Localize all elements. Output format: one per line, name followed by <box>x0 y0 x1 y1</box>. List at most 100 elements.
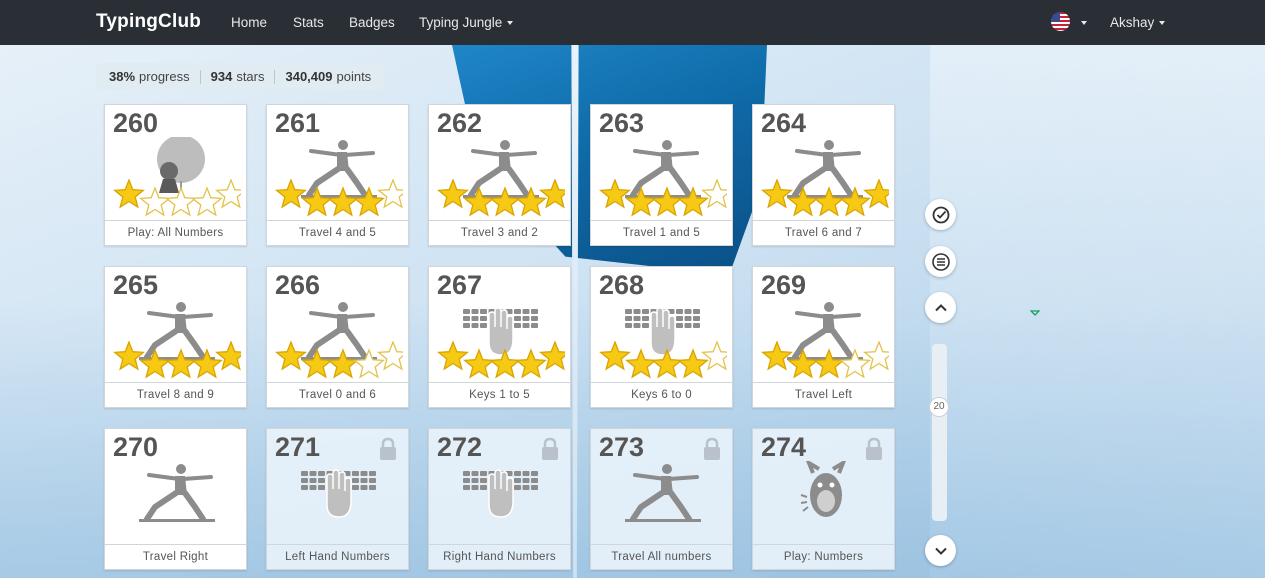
language-chevron-down-icon[interactable] <box>1081 21 1087 25</box>
lock-icon <box>864 437 884 466</box>
nav-badges[interactable]: Badges <box>349 15 395 30</box>
lesson-number: 269 <box>761 270 807 300</box>
star-filled-icon <box>515 348 547 379</box>
lesson-label: Keys 1 to 5 <box>429 382 570 407</box>
stars-count: 934 <box>210 69 233 84</box>
star-filled-icon <box>625 186 657 217</box>
keyboard-hand-icon <box>459 461 543 532</box>
lesson-number: 267 <box>437 270 483 300</box>
us-flag-icon[interactable] <box>1051 12 1070 31</box>
lesson-label: Travel 8 and 9 <box>105 382 246 407</box>
star-filled-icon <box>625 348 657 379</box>
check-circle-button[interactable] <box>925 199 956 230</box>
lunge-figure-icon <box>621 461 705 532</box>
menu-icon <box>931 252 950 271</box>
lesson-tile[interactable]: 272 Right Hand Numbers <box>428 428 571 570</box>
lesson-label: Travel 0 and 6 <box>267 382 408 407</box>
scroll-down-button[interactable] <box>925 535 956 566</box>
lesson-label: Travel 4 and 5 <box>267 220 408 245</box>
lesson-tile[interactable]: 266 Travel 0 and 6 <box>266 266 409 408</box>
progress-percent: 38% <box>109 69 136 84</box>
star-filled-icon <box>463 348 495 379</box>
lesson-number: 262 <box>437 108 483 138</box>
lesson-label: Right Hand Numbers <box>429 544 570 569</box>
lesson-number: 261 <box>275 108 321 138</box>
lesson-number: 263 <box>599 108 645 138</box>
lesson-number: 268 <box>599 270 645 300</box>
lesson-number: 264 <box>761 108 807 138</box>
star-filled-icon <box>275 179 307 209</box>
star-filled-icon <box>813 186 845 217</box>
lesson-tile[interactable]: 271 Left Hand Numbers <box>266 428 409 570</box>
points-label: points <box>336 69 372 84</box>
star-empty-icon <box>377 179 403 209</box>
brand-logo[interactable]: TypingClub <box>96 11 201 33</box>
star-filled-icon <box>275 341 307 371</box>
nav-typing-jungle[interactable]: Typing Jungle <box>419 15 514 30</box>
stars-label: stars <box>236 69 265 84</box>
star-empty-icon <box>191 186 223 217</box>
lesson-tile[interactable]: 260 Play: All Numbers <box>104 104 247 246</box>
cursor-mark-icon <box>1030 310 1040 316</box>
chevron-down-icon <box>934 547 947 555</box>
lock-icon <box>378 437 398 466</box>
lesson-number: 274 <box>761 432 807 462</box>
star-filled-icon <box>787 348 819 379</box>
scroll-thumb[interactable]: 20 <box>929 397 949 417</box>
star-filled-icon <box>437 341 469 371</box>
nav-home[interactable]: Home <box>231 15 267 30</box>
lesson-tile[interactable]: 263 Travel 1 and 5 <box>590 104 733 246</box>
star-filled-icon <box>463 186 495 217</box>
star-filled-icon <box>651 348 683 379</box>
chevron-down-icon <box>1159 21 1166 26</box>
lesson-tile[interactable]: 273 Travel All numbers <box>590 428 733 570</box>
check-circle-icon <box>932 206 949 223</box>
star-filled-icon <box>165 348 197 379</box>
lesson-tile[interactable]: 261 Travel 4 and 5 <box>266 104 409 246</box>
chevron-up-icon <box>934 303 947 311</box>
star-filled-icon <box>139 348 171 379</box>
lesson-tile[interactable]: 265 Travel 8 and 9 <box>104 266 247 408</box>
lesson-tile[interactable]: 262 Travel 3 and 2 <box>428 104 571 246</box>
lesson-tile[interactable]: 269 Travel Left <box>752 266 895 408</box>
star-filled-icon <box>677 186 709 217</box>
menu-button[interactable] <box>925 246 956 277</box>
lesson-tile[interactable]: 267 Keys 1 to 5 <box>428 266 571 408</box>
star-filled-icon <box>599 179 631 209</box>
lesson-number: 273 <box>599 432 645 462</box>
star-filled-icon <box>539 341 565 371</box>
star-empty-icon <box>139 186 171 217</box>
monster-character-icon <box>783 458 867 532</box>
nav-typing-jungle-label: Typing Jungle <box>419 15 503 30</box>
star-empty-icon <box>215 179 241 209</box>
lesson-label: Play: All Numbers <box>105 220 246 245</box>
user-menu[interactable]: Akshay <box>1110 15 1166 30</box>
star-filled-icon <box>327 186 359 217</box>
star-filled-icon <box>327 348 359 379</box>
lesson-label: Travel 6 and 7 <box>753 220 894 245</box>
star-filled-icon <box>761 179 793 209</box>
chevron-down-icon <box>507 21 514 26</box>
star-filled-icon <box>489 186 521 217</box>
user-name: Akshay <box>1110 15 1155 30</box>
lesson-number: 265 <box>113 270 159 300</box>
lesson-tile[interactable]: 274 Play: Numbers <box>752 428 895 570</box>
lesson-number: 272 <box>437 432 483 462</box>
star-filled-icon <box>113 341 145 371</box>
scroll-up-button[interactable] <box>925 292 956 323</box>
lesson-tile[interactable]: 264 Travel 6 and 7 <box>752 104 895 246</box>
scroll-track[interactable] <box>932 344 947 521</box>
lesson-label: Travel 3 and 2 <box>429 220 570 245</box>
lesson-number: 270 <box>113 432 159 462</box>
lesson-label: Travel Left <box>753 382 894 407</box>
nav-stats[interactable]: Stats <box>293 15 324 30</box>
navbar: TypingClub Home Stats Badges Typing Jung… <box>0 0 1265 45</box>
lesson-tile[interactable]: 268 Keys 6 to 0 <box>590 266 733 408</box>
lesson-label: Travel All numbers <box>591 544 732 569</box>
progress-label: progress <box>139 69 190 84</box>
lock-icon <box>540 437 560 466</box>
lesson-number: 266 <box>275 270 321 300</box>
lesson-number: 271 <box>275 432 321 462</box>
background-right <box>930 45 1265 578</box>
lesson-tile[interactable]: 270 Travel Right <box>104 428 247 570</box>
